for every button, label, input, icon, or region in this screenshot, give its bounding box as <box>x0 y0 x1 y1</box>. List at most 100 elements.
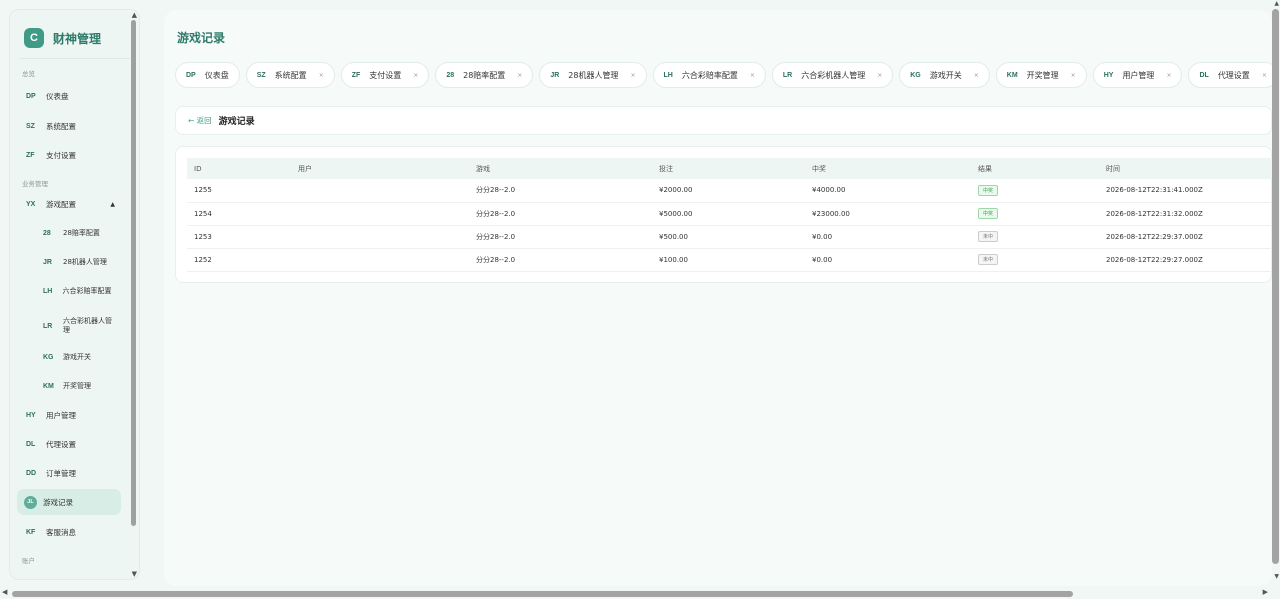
table-cell: ¥100.00 <box>652 248 805 272</box>
brand-name: 财神管理 <box>53 31 102 46</box>
sidebar-item-users[interactable]: HY 用户管理 <box>17 402 121 428</box>
table-cell: 2026-08-12T22:31:32.000Z <box>1099 202 1272 226</box>
close-icon[interactable]: × <box>877 72 882 79</box>
tab-code: KG <box>910 71 921 79</box>
table-cell <box>291 179 469 203</box>
tab-label: 仪表盘 <box>204 70 229 80</box>
sidebar-item-28-odds[interactable]: 28 28赔率配置 <box>17 220 121 246</box>
column-header: ID <box>187 158 291 179</box>
table-row[interactable]: 1252 分分28--2.0 ¥100.00 ¥0.00 未中 2026-08-12T22… <box>187 248 1272 272</box>
tab-28[interactable]: 28 28赔率配置 × <box>435 62 534 88</box>
sidebar-item-code: SZ <box>26 122 35 130</box>
close-icon[interactable]: × <box>750 72 755 79</box>
divider <box>20 58 130 59</box>
page-vertical-scrollbar[interactable] <box>1272 9 1279 564</box>
tab-kg[interactable]: KG 游戏开关 × <box>899 62 990 88</box>
tab-label: 六合彩赔率配置 <box>681 70 738 80</box>
sidebar-item-draw[interactable]: KM 开奖管理 <box>17 373 121 399</box>
tab-label: 代理设置 <box>1217 70 1250 80</box>
sidebar-item-28-robot[interactable]: JR 28机器人管理 <box>17 249 121 275</box>
sidebar-item-label: 六合彩赔率配置 <box>62 286 112 295</box>
sidebar-item-code: LH <box>43 287 53 295</box>
scroll-up-icon[interactable]: ▲ <box>1274 0 1279 7</box>
page-horizontal-scrollbar[interactable] <box>12 591 1073 597</box>
table-cell: ¥23000.00 <box>805 202 971 226</box>
tab-code: ZF <box>351 71 361 79</box>
tab-code: DP <box>186 71 196 79</box>
tab-label: 系统配置 <box>274 70 307 80</box>
table-header-row: ID 用户 游戏 投注 中奖 结果 时间 <box>187 158 1272 179</box>
tab-hy[interactable]: HY 用户管理 × <box>1092 62 1183 88</box>
brand[interactable]: C 财神管理 <box>24 28 101 48</box>
tab-zf[interactable]: ZF 支付设置 × <box>340 62 430 88</box>
tab-code: SZ <box>256 71 266 79</box>
table-cell: 2026-08-12T22:29:27.000Z <box>1099 248 1272 272</box>
sidebar-item-dashboard[interactable]: DP 仪表盘 <box>17 83 121 109</box>
tab-code: LH <box>663 71 673 79</box>
sidebar-item-game-records[interactable]: JL 游戏记录 <box>17 489 121 515</box>
close-icon[interactable]: × <box>517 72 522 79</box>
sidebar-item-label: 仪表盘 <box>46 91 69 101</box>
table-cell: 1253 <box>187 225 291 249</box>
close-icon[interactable]: × <box>974 72 979 79</box>
section-label-account: 账户 <box>22 557 35 565</box>
table-cell: ¥2000.00 <box>652 179 805 203</box>
tab-jr[interactable]: JR 28机器人管理 × <box>539 62 647 88</box>
sidebar-item-payment[interactable]: ZF 支付设置 <box>17 142 121 168</box>
table-row[interactable]: 1253 分分28--2.0 ¥500.00 ¥0.00 未中 2026-08-12T22… <box>187 225 1272 249</box>
table-cell: 分分28--2.0 <box>469 225 652 249</box>
table-cell: ¥0.00 <box>805 225 971 249</box>
table-cell: 分分28--2.0 <box>469 248 652 272</box>
close-icon[interactable]: × <box>1071 72 1076 79</box>
table-cell: 1255 <box>187 179 291 203</box>
sidebar-item-label: 客服消息 <box>46 527 76 537</box>
tab-lr[interactable]: LR 六合彩机器人管理 × <box>771 62 894 88</box>
result-cell: 未中 <box>971 225 1099 249</box>
close-icon[interactable]: × <box>319 72 324 79</box>
sidebar-item-lhc-robot[interactable]: LR 六合彩机器人管理 <box>17 311 121 341</box>
scroll-down-icon[interactable]: ▼ <box>132 570 137 578</box>
table-row[interactable]: 1255 分分28--2.0 ¥2000.00 ¥4000.00 中奖 2026-08-1… <box>187 179 1272 203</box>
table-row[interactable]: 1254 分分28--2.0 ¥5000.00 ¥23000.00 中奖 2026-08-… <box>187 202 1272 226</box>
sidebar-item-game-config[interactable]: YX 游戏配置 ▲ <box>17 191 121 217</box>
close-icon[interactable]: × <box>1166 72 1171 79</box>
table-cell: 1252 <box>187 248 291 272</box>
sidebar-item-support[interactable]: KF 客服消息 <box>17 519 121 545</box>
sidebar-scrollbar[interactable] <box>131 20 136 526</box>
close-icon[interactable]: × <box>630 72 635 79</box>
sidebar-item-code: KG <box>43 353 54 361</box>
tab-code: HY <box>1103 71 1114 79</box>
sidebar-item-code: DL <box>26 440 36 448</box>
sidebar-item-game-switch[interactable]: KG 游戏开关 <box>17 344 121 370</box>
scroll-right-icon[interactable]: ▶ <box>1263 588 1268 596</box>
table-cell: ¥500.00 <box>652 225 805 249</box>
tab-bar: DP 仪表盘 SZ 系统配置 × ZF 支付设置 × 28 28赔率配置 × JR 28机器人管理 × LH… <box>175 62 1272 88</box>
sidebar-item-label: 代理设置 <box>46 439 76 449</box>
sidebar-item-label: 订单管理 <box>46 468 76 478</box>
back-button[interactable]: ← 返回 <box>188 115 212 126</box>
tab-lh[interactable]: LH 六合彩赔率配置 × <box>652 62 766 88</box>
tab-dl[interactable]: DL 代理设置 × <box>1188 62 1272 88</box>
scroll-up-icon[interactable]: ▲ <box>132 11 137 19</box>
sidebar-item-label: 开奖管理 <box>63 381 91 390</box>
tab-code: KM <box>1006 71 1018 79</box>
result-cell: 未中 <box>971 248 1099 272</box>
close-icon[interactable]: × <box>1262 72 1267 79</box>
sidebar-item-lhc-odds[interactable]: LH 六合彩赔率配置 <box>17 278 121 304</box>
tab-sz[interactable]: SZ 系统配置 × <box>245 62 335 88</box>
scroll-left-icon[interactable]: ◀ <box>2 588 7 596</box>
sidebar-item-agents[interactable]: DL 代理设置 <box>17 431 121 457</box>
scroll-down-icon[interactable]: ▼ <box>1274 573 1279 580</box>
sidebar-item-code: HY <box>26 411 36 419</box>
tab-label: 六合彩机器人管理 <box>801 70 866 80</box>
close-icon[interactable]: × <box>413 72 418 79</box>
sidebar-item-orders[interactable]: DD 订单管理 <box>17 460 121 486</box>
tab-code: DL <box>1199 71 1209 79</box>
column-header: 投注 <box>652 158 805 179</box>
sidebar-item-code: YX <box>26 200 36 208</box>
tab-km[interactable]: KM 开奖管理 × <box>995 62 1087 88</box>
tab-dp[interactable]: DP 仪表盘 <box>175 62 240 88</box>
sidebar-item-system-config[interactable]: SZ 系统配置 <box>17 113 121 139</box>
tab-label: 开奖管理 <box>1026 70 1059 80</box>
main-content: 游戏记录 DP 仪表盘 SZ 系统配置 × ZF 支付设置 × 28 28赔率配置 × JR 28机器人… <box>164 10 1272 586</box>
